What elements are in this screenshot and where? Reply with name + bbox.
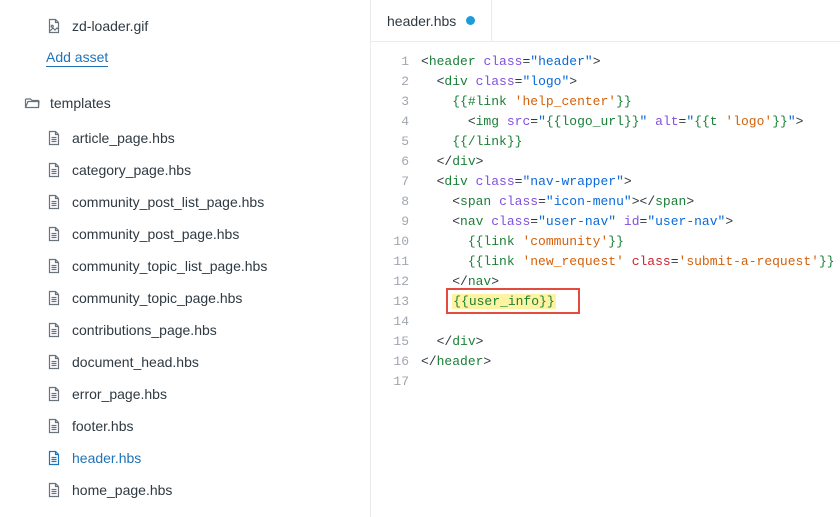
folder-open-icon — [24, 95, 40, 111]
file-icon — [46, 258, 62, 274]
code-line — [421, 312, 840, 332]
file-item[interactable]: community_post_page.hbs — [0, 218, 370, 250]
line-number: 2 — [371, 72, 409, 92]
file-item[interactable]: footer.hbs — [0, 410, 370, 442]
file-label: community_post_list_page.hbs — [72, 194, 264, 210]
line-number: 3 — [371, 92, 409, 112]
file-icon — [46, 226, 62, 242]
file-label: home_page.hbs — [72, 482, 172, 498]
asset-item[interactable]: zd-loader.gif — [0, 10, 370, 42]
line-number: 11 — [371, 252, 409, 272]
line-number: 17 — [371, 372, 409, 392]
tab-label: header.hbs — [387, 13, 456, 29]
line-number: 4 — [371, 112, 409, 132]
line-number: 7 — [371, 172, 409, 192]
file-icon — [46, 450, 62, 466]
line-gutter: 1234567891011121314151617 — [371, 52, 421, 517]
code-line: <div class="logo"> — [421, 72, 840, 92]
code-line: </div> — [421, 332, 840, 352]
tab-header-hbs[interactable]: header.hbs — [371, 0, 492, 41]
file-icon — [46, 482, 62, 498]
code-line: <div class="nav-wrapper"> — [421, 172, 840, 192]
editor-pane: header.hbs 1234567891011121314151617 <he… — [370, 0, 840, 517]
line-number: 15 — [371, 332, 409, 352]
file-icon — [46, 418, 62, 434]
folder-label: templates — [50, 95, 111, 111]
file-icon — [46, 130, 62, 146]
file-icon — [46, 386, 62, 402]
code-line: <span class="icon-menu"></span> — [421, 192, 840, 212]
file-label: category_page.hbs — [72, 162, 191, 178]
tab-bar: header.hbs — [371, 0, 840, 42]
line-number: 13 — [371, 292, 409, 312]
line-number: 16 — [371, 352, 409, 372]
code-line: {{#link 'help_center'}} — [421, 92, 840, 112]
file-item[interactable]: article_page.hbs — [0, 122, 370, 154]
file-label: community_topic_page.hbs — [72, 290, 242, 306]
file-item[interactable]: category_page.hbs — [0, 154, 370, 186]
line-number: 6 — [371, 152, 409, 172]
file-item[interactable]: contributions_page.hbs — [0, 314, 370, 346]
file-label: error_page.hbs — [72, 386, 167, 402]
file-label: header.hbs — [72, 450, 141, 466]
file-item[interactable]: community_post_list_page.hbs — [0, 186, 370, 218]
line-number: 8 — [371, 192, 409, 212]
file-label: footer.hbs — [72, 418, 134, 434]
code-line: {{user_info}} — [421, 292, 840, 312]
file-item[interactable]: header.hbs — [0, 442, 370, 474]
code-editor[interactable]: 1234567891011121314151617 <header class=… — [371, 42, 840, 517]
line-number: 9 — [371, 212, 409, 232]
code-line: <img src="{{logo_url}}" alt="{{t 'logo'}… — [421, 112, 840, 132]
code-line: {{link 'new_request' class='submit-a-req… — [421, 252, 840, 272]
add-asset-label: Add asset — [46, 49, 108, 67]
file-icon — [46, 290, 62, 306]
line-number: 12 — [371, 272, 409, 292]
file-icon — [46, 354, 62, 370]
file-label: document_head.hbs — [72, 354, 199, 370]
image-icon — [46, 18, 62, 34]
asset-label: zd-loader.gif — [72, 18, 148, 34]
code-line — [421, 372, 840, 392]
code-line: </header> — [421, 352, 840, 372]
dirty-indicator-icon — [466, 16, 475, 25]
file-item[interactable]: community_topic_page.hbs — [0, 282, 370, 314]
file-label: community_topic_list_page.hbs — [72, 258, 267, 274]
file-item[interactable]: document_head.hbs — [0, 346, 370, 378]
code-line: </div> — [421, 152, 840, 172]
file-item[interactable]: community_topic_list_page.hbs — [0, 250, 370, 282]
code-line: <nav class="user-nav" id="user-nav"> — [421, 212, 840, 232]
file-item[interactable]: error_page.hbs — [0, 378, 370, 410]
sidebar: zd-loader.gif Add asset templates articl… — [0, 0, 370, 517]
line-number: 14 — [371, 312, 409, 332]
line-number: 10 — [371, 232, 409, 252]
file-label: contributions_page.hbs — [72, 322, 217, 338]
code-line: </nav> — [421, 272, 840, 292]
file-item[interactable]: home_page.hbs — [0, 474, 370, 506]
line-number: 5 — [371, 132, 409, 152]
folder-templates[interactable]: templates — [0, 86, 370, 120]
file-label: community_post_page.hbs — [72, 226, 239, 242]
line-number: 1 — [371, 52, 409, 72]
file-icon — [46, 162, 62, 178]
code-line: {{/link}} — [421, 132, 840, 152]
file-label: article_page.hbs — [72, 130, 175, 146]
add-asset-link[interactable]: Add asset — [0, 42, 370, 74]
code-line: <header class="header"> — [421, 52, 840, 72]
file-icon — [46, 194, 62, 210]
file-icon — [46, 322, 62, 338]
code-line: {{link 'community'}} — [421, 232, 840, 252]
code-content[interactable]: <header class="header"> <div class="logo… — [421, 52, 840, 517]
